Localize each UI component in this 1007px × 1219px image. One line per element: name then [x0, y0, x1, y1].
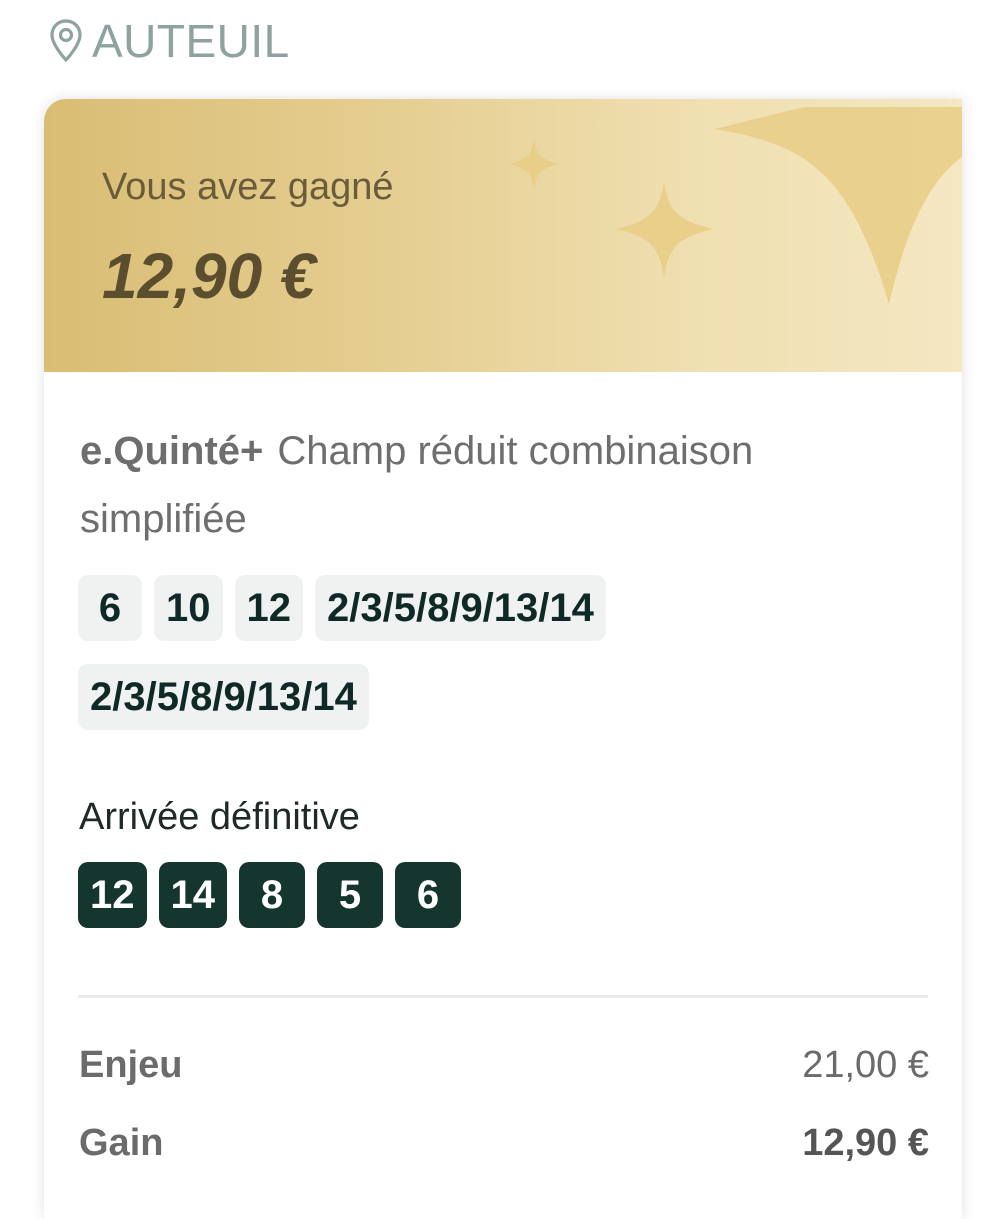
sparkle-decoration-icon — [510, 107, 962, 304]
gain-value: 12,90 € — [802, 1122, 929, 1164]
arrival-chip: 14 — [158, 862, 227, 928]
gain-row: Gain 12,90 € — [79, 1122, 929, 1165]
selection-chip: 6 — [78, 575, 142, 641]
win-amount: 12,90 € — [102, 240, 316, 312]
arrival-chip: 5 — [317, 862, 383, 928]
arrival-chip: 6 — [395, 862, 461, 928]
selection-row-2: 2/3/5/8/9/13/14 — [78, 664, 938, 730]
location-header: AUTEUIL — [48, 14, 290, 68]
selection-row-1: 6 10 12 2/3/5/8/9/13/14 — [78, 575, 938, 641]
selection-chip: 10 — [154, 575, 223, 641]
arrival-label: Arrivée définitive — [79, 796, 360, 838]
arrival-chip: 12 — [78, 862, 147, 928]
selection-chip: 12 — [234, 575, 303, 641]
stake-row: Enjeu 21,00 € — [79, 1044, 929, 1087]
bet-description: e.Quinté+ Champ réduit combinaison simpli… — [80, 417, 880, 553]
win-banner: Vous avez gagné 12,90 € — [44, 99, 962, 372]
map-pin-icon — [50, 19, 82, 62]
selection-chip: 2/3/5/8/9/13/14 — [78, 664, 369, 730]
stake-value: 21,00 € — [802, 1044, 929, 1086]
stake-label: Enjeu — [79, 1044, 183, 1086]
bet-result-card[interactable]: Vous avez gagné 12,90 € e.Quinté+ Champ r… — [44, 99, 962, 1219]
selection-chip: 2/3/5/8/9/13/14 — [315, 575, 606, 641]
gain-label: Gain — [79, 1122, 164, 1164]
win-label: Vous avez gagné — [102, 166, 394, 208]
arrival-chip: 8 — [239, 862, 305, 928]
location-name: AUTEUIL — [92, 15, 290, 67]
bet-type: e.Quinté+ — [80, 429, 264, 473]
divider — [78, 995, 928, 998]
arrival-numbers: 12 14 8 5 6 — [78, 862, 461, 928]
